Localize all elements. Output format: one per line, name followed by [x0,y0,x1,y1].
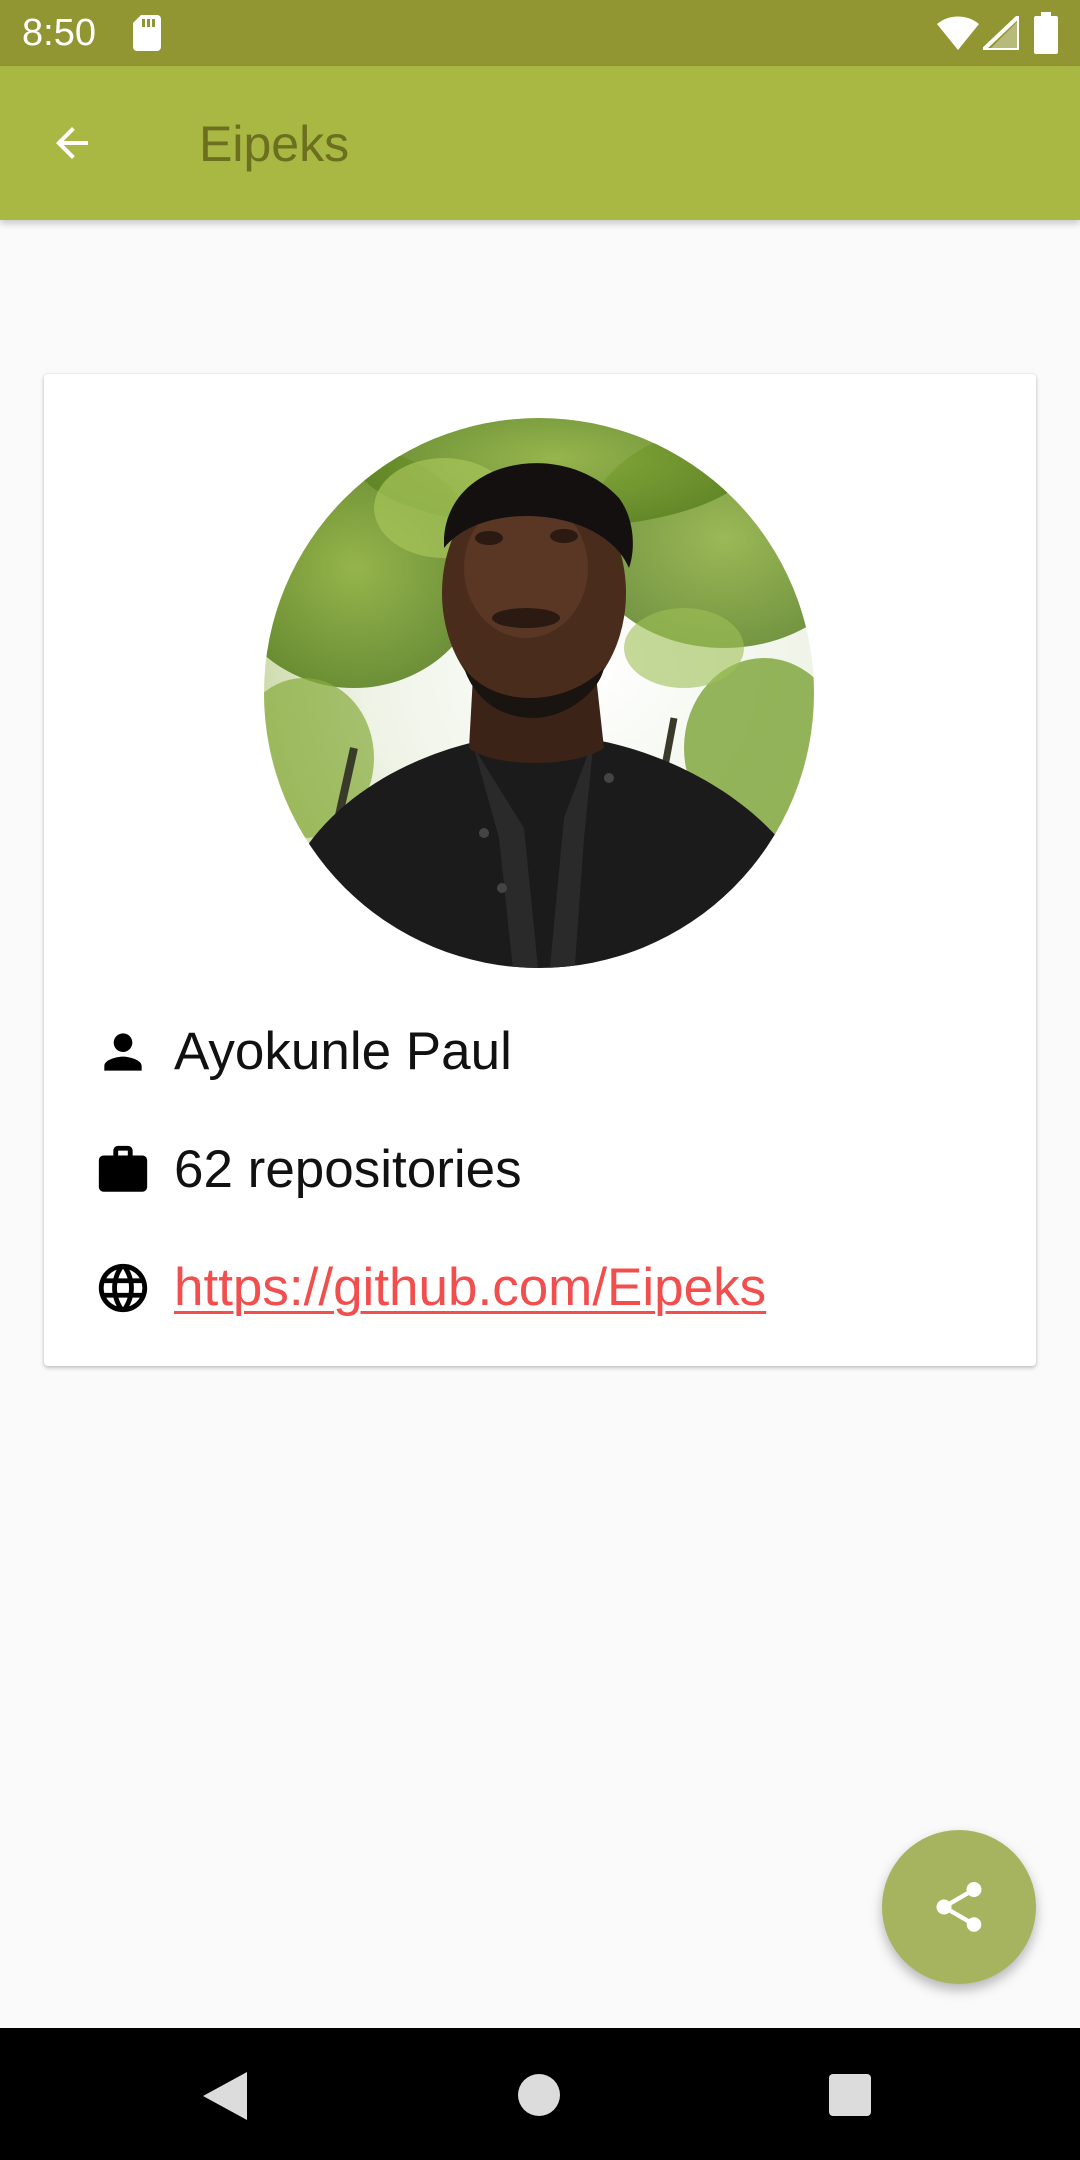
profile-link-row: https://github.com/Eipeks [92,1253,766,1323]
repositories-row: 62 repositories [92,1135,522,1205]
repository-count: 62 repositories [174,1140,522,1199]
person-icon [92,1021,154,1083]
user-name: Ayokunle Paul [174,1022,512,1081]
avatar [264,418,814,968]
sd-card-icon [133,15,161,51]
battery-icon [1034,12,1058,54]
profile-photo [264,418,814,968]
app-bar: Eipeks [0,66,1080,220]
signal-icon [983,16,1019,50]
github-profile-link[interactable]: https://github.com/Eipeks [174,1257,766,1319]
back-button[interactable] [36,107,108,179]
status-bar: 8:50 [0,0,1080,66]
globe-icon [92,1257,154,1319]
profile-card: Ayokunle Paul 62 repositories https://gi… [44,374,1036,1366]
name-row: Ayokunle Paul [92,1017,512,1087]
share-button[interactable] [882,1830,1036,1984]
briefcase-icon [92,1139,154,1201]
wifi-icon [937,16,979,50]
status-time: 8:50 [22,12,96,54]
page-title: Eipeks [199,116,350,172]
profile-screen: 8:50 Eipeks Ayokunle Paul 62 repositorie… [0,0,1080,2160]
nav-back-icon[interactable] [203,2072,247,2120]
arrow-back-icon [56,127,88,159]
nav-recents-icon[interactable] [829,2074,871,2116]
system-navigation-bar [0,2028,1080,2160]
nav-home-icon[interactable] [518,2074,560,2116]
share-icon [936,1882,982,1932]
